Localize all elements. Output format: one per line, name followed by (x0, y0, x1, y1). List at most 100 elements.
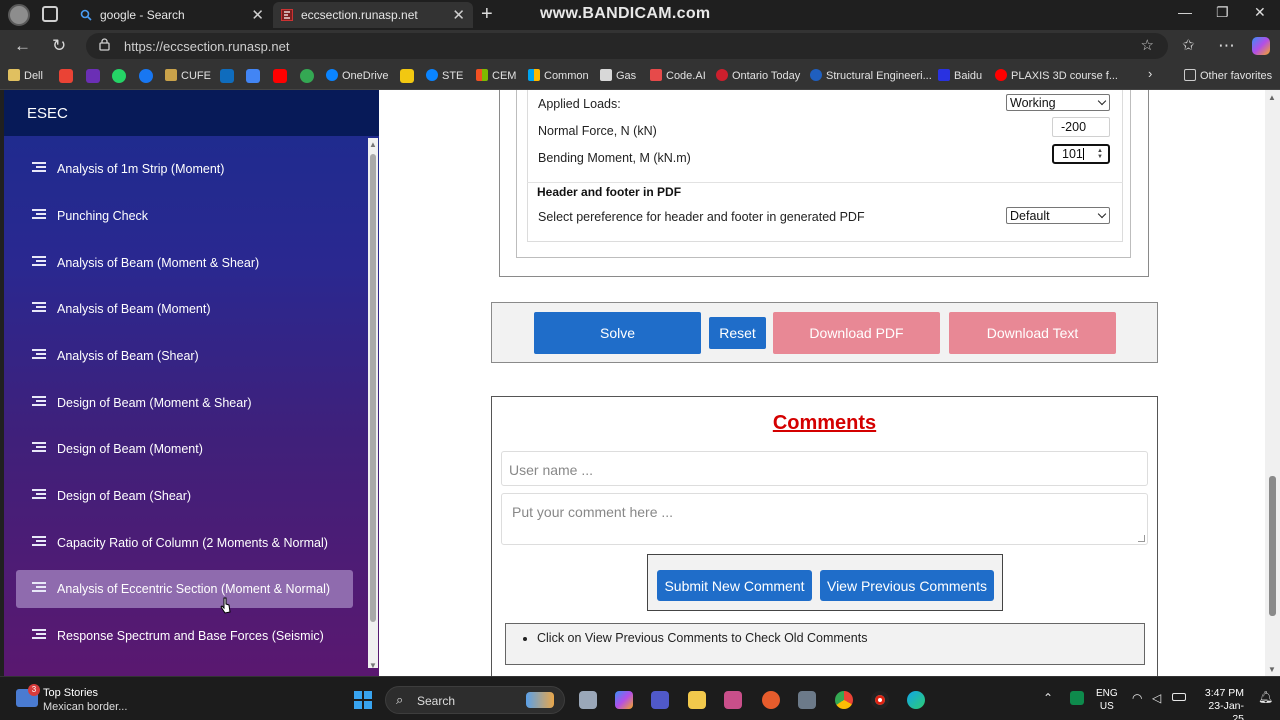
bookmark-ontario-today[interactable]: Ontario Today (716, 69, 800, 82)
close-tab-icon[interactable]: ✕ (251, 6, 264, 24)
sidebar-item[interactable]: Design of Beam (Shear) (16, 477, 353, 515)
close-window-icon[interactable]: ✕ (1254, 4, 1266, 21)
sidebar-item[interactable]: Design of Beam (Moment) (16, 430, 353, 468)
chrome-icon[interactable] (835, 691, 853, 709)
favorite-star-icon[interactable]: ☆ (1141, 36, 1154, 54)
file-explorer-icon[interactable] (688, 691, 706, 709)
app-title[interactable]: ESEC (27, 105, 68, 122)
scroll-down-icon[interactable]: ▼ (369, 661, 377, 670)
sidebar-item[interactable]: Capacity Ratio of Column (2 Moments & No… (16, 524, 353, 562)
applied-loads-select[interactable]: Working (1006, 94, 1110, 111)
maps-icon[interactable] (300, 69, 314, 83)
favorites-icon[interactable]: ✩ (1182, 36, 1195, 54)
normal-force-input[interactable]: -200 (1052, 117, 1110, 137)
security-tray-icon[interactable] (1070, 691, 1084, 705)
notifications-icon[interactable]: 🔔︎ (1258, 690, 1273, 704)
sidebar-scroll-thumb[interactable] (370, 154, 376, 622)
bookmark-ste[interactable]: STE (426, 69, 463, 82)
sheet-icon[interactable] (400, 69, 414, 83)
minimize-icon[interactable]: — (1178, 4, 1192, 20)
sidebar-scrollbar[interactable]: ▲ ▼ (368, 138, 378, 670)
facebook-icon[interactable] (139, 69, 153, 83)
bookmark-dell[interactable]: Dell (8, 69, 43, 82)
language-indicator[interactable]: ENG US (1096, 687, 1118, 713)
address-bar[interactable]: https://eccsection.runasp.net ☆ (86, 33, 1168, 59)
other-favorites[interactable]: Other favorites (1184, 69, 1272, 82)
profile-avatar-icon[interactable] (8, 4, 30, 26)
bookmarks-overflow-icon[interactable]: › (1148, 66, 1152, 81)
sidebar-item[interactable]: Analysis of 1m Strip (Moment) (16, 150, 353, 188)
fruit-app-icon[interactable] (762, 691, 780, 709)
yahoo-icon[interactable] (86, 69, 100, 83)
sidebar-item[interactable]: Analysis of Beam (Moment & Shear) (16, 244, 353, 282)
bookmark-common[interactable]: Common (528, 69, 589, 82)
translate-icon[interactable] (246, 69, 260, 83)
download-text-button[interactable]: Download Text (949, 312, 1116, 354)
scroll-down-icon[interactable]: ▼ (1268, 665, 1276, 674)
close-tab-icon[interactable]: ✕ (452, 6, 465, 24)
tab-google-search[interactable]: google - Search ✕ (72, 2, 272, 28)
pdf-preference-select[interactable]: Default (1006, 207, 1110, 224)
scroll-up-icon[interactable]: ▲ (369, 140, 377, 149)
bending-moment-input[interactable]: 101 ▲ ▼ (1052, 144, 1110, 164)
edge-icon[interactable] (907, 691, 925, 709)
outlook-icon[interactable] (220, 69, 234, 83)
copilot-app-icon[interactable] (615, 691, 633, 709)
back-icon[interactable]: ← (14, 36, 31, 56)
submit-comment-button[interactable]: Submit New Comment (657, 570, 812, 601)
news-headline[interactable]: Mexican border... (43, 701, 127, 713)
system-clock[interactable]: 3:47 PM 23-Jan-25 (1200, 687, 1244, 720)
reset-button[interactable]: Reset (709, 317, 766, 349)
calculator-icon[interactable] (798, 691, 816, 709)
bookmark-codeai[interactable]: Code.AI (650, 69, 706, 82)
bookmark-cufe[interactable]: CUFE (165, 69, 211, 82)
gmail-icon[interactable] (59, 69, 73, 83)
sidebar-item[interactable]: Punching Check (16, 197, 353, 235)
youtube-icon[interactable] (273, 69, 287, 83)
tray-overflow-icon[interactable]: ⌃ (1043, 691, 1053, 705)
sidebar-item[interactable]: Response Spectrum and Base Forces (Seism… (16, 617, 353, 655)
tab-actions-icon[interactable] (42, 6, 58, 22)
sidebar-item[interactable]: Analysis of Beam (Shear) (16, 337, 353, 375)
scroll-up-icon[interactable]: ▲ (1268, 93, 1276, 102)
applied-loads-label: Applied Loads: (538, 97, 621, 111)
whatsapp-icon[interactable] (112, 69, 126, 83)
sidebar-item[interactable]: Design of Beam (Moment & Shear) (16, 384, 353, 422)
resize-grip-icon[interactable] (1138, 535, 1145, 542)
download-pdf-button[interactable]: Download PDF (773, 312, 940, 354)
more-menu-icon[interactable]: ⋯ (1218, 36, 1235, 56)
solve-button[interactable]: Solve (534, 312, 701, 354)
taskbar-search[interactable]: ⌕ Search (385, 686, 565, 714)
copilot-icon[interactable] (1252, 37, 1270, 55)
news-title[interactable]: Top Stories (43, 687, 98, 699)
windows-start-icon[interactable] (354, 691, 372, 709)
recorder-icon[interactable] (871, 691, 889, 709)
comments-info-box: Click on View Previous Comments to Check… (505, 623, 1145, 665)
bookmark-plaxis[interactable]: PLAXIS 3D course f... (995, 69, 1118, 82)
sidebar-item[interactable]: Analysis of Beam (Moment) (16, 290, 353, 328)
bookmark-baidu[interactable]: Baidu (938, 69, 982, 82)
page-scroll-thumb[interactable] (1269, 476, 1276, 616)
wifi-icon[interactable]: ◠ (1132, 691, 1142, 705)
bookmark-structural[interactable]: Structural Engineeri... (810, 69, 932, 82)
tab-eccsection[interactable]: eccsection.runasp.net ✕ (273, 2, 473, 28)
task-view-icon[interactable] (579, 691, 597, 709)
teams-icon[interactable] (651, 691, 669, 709)
lock-icon[interactable] (99, 38, 110, 51)
user-name-input[interactable]: User name ... (501, 451, 1148, 486)
spinner-arrows-icon[interactable]: ▲ ▼ (1097, 148, 1103, 160)
bookmark-cem[interactable]: CEM (476, 69, 516, 82)
url-text[interactable]: https://eccsection.runasp.net (124, 39, 289, 54)
view-comments-button[interactable]: View Previous Comments (820, 570, 994, 601)
volume-icon[interactable]: ◁ (1152, 691, 1161, 705)
restore-icon[interactable]: ❐ (1216, 4, 1229, 21)
sidebar-item[interactable]: Analysis of Eccentric Section (Moment & … (16, 570, 353, 608)
battery-icon[interactable] (1172, 693, 1186, 701)
refresh-icon[interactable]: ↻ (52, 36, 66, 56)
bookmark-gas[interactable]: Gas (600, 69, 636, 82)
page-scrollbar[interactable]: ▲ ▼ (1265, 90, 1280, 676)
new-tab-icon[interactable]: + (481, 3, 493, 26)
snipping-tool-icon[interactable] (724, 691, 742, 709)
comment-textarea[interactable]: Put your comment here ... (501, 493, 1148, 545)
bookmark-onedrive[interactable]: OneDrive (326, 69, 388, 82)
